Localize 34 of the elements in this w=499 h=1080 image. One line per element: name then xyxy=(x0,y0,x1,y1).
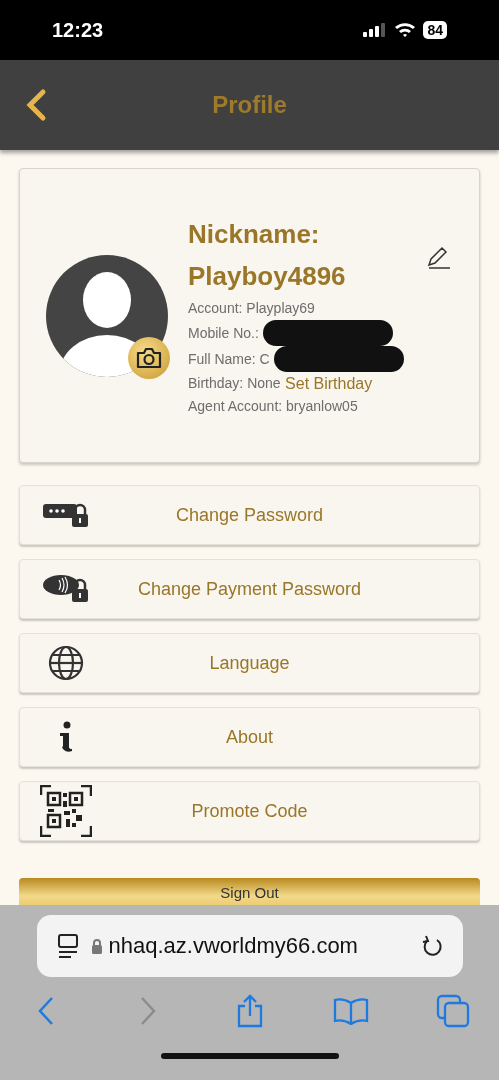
reload-icon[interactable] xyxy=(420,934,443,958)
camera-icon xyxy=(136,346,162,369)
status-time: 12:23 xyxy=(52,18,104,42)
menu-item[interactable]: Language xyxy=(19,633,480,693)
sign-out-button[interactable]: Sign Out xyxy=(19,878,480,905)
profile-field: Agent Account: bryanlow05 xyxy=(188,395,358,418)
address-bar[interactable]: nhaq.az.vworldmy66.com xyxy=(36,915,463,977)
edit-icon[interactable] xyxy=(425,245,451,271)
menu-item[interactable]: About xyxy=(19,707,480,767)
camera-button[interactable] xyxy=(128,336,170,379)
back-button[interactable] xyxy=(24,88,48,122)
set-birthday-link[interactable]: Set Birthday xyxy=(280,374,373,393)
profile-field: Account: Playplay69 xyxy=(188,297,315,320)
nickname: Playboy4896 xyxy=(188,260,347,293)
lock-icon xyxy=(90,938,103,954)
nickname-label: Nickname: xyxy=(188,218,321,251)
info-icon xyxy=(57,721,75,753)
menu-item[interactable]: Change Payment Password xyxy=(19,559,480,619)
battery-level: 84 xyxy=(423,21,447,39)
signal-icon xyxy=(363,23,388,37)
profile-field: Birthday: None xyxy=(188,372,281,395)
wifi-icon xyxy=(394,22,417,38)
menu-item[interactable]: Change Password xyxy=(19,485,480,545)
profile-field: Mobile No.: xyxy=(188,321,259,345)
password-lock-icon xyxy=(43,501,89,529)
qr-code-icon xyxy=(40,785,92,837)
url-text: nhaq.az.vworldmy66.com xyxy=(108,933,358,959)
page-title: Profile xyxy=(211,91,288,119)
profile-field: Full Name: C xyxy=(188,347,270,371)
menu-item[interactable]: Promote Code xyxy=(19,781,480,841)
reader-icon xyxy=(56,933,79,959)
avatar-icon xyxy=(46,254,168,377)
card-lock-icon xyxy=(43,574,89,604)
globe-icon xyxy=(48,645,84,681)
